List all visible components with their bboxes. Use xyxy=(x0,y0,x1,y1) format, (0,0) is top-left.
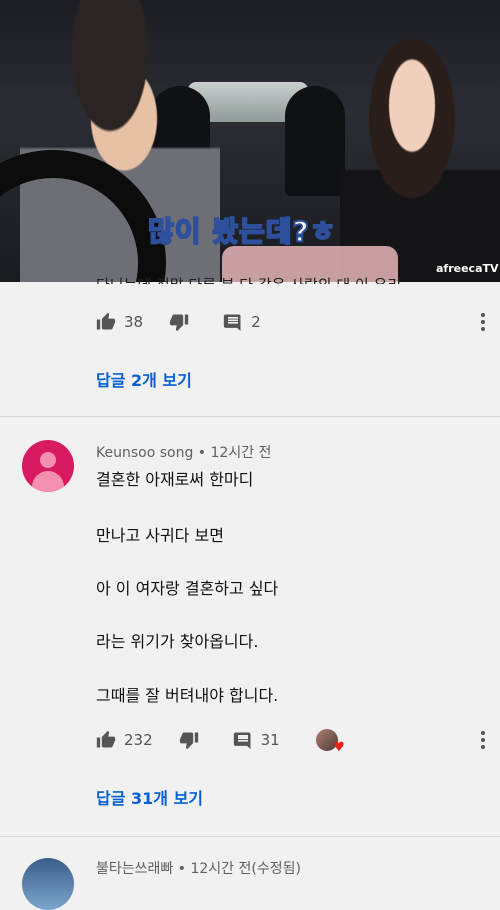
thumbs-down-icon xyxy=(179,732,198,750)
video-caption: 많이 봤는데?ㅎ xyxy=(147,214,337,249)
view-replies-link[interactable]: 답글 2개 보기 xyxy=(96,367,192,391)
thumbs-up-icon xyxy=(96,730,116,748)
comment-line: 아 이 여자랑 결혼하고 싶다 xyxy=(96,579,279,598)
comment-meta: 불타는쓰래빠 • 12시간 전(수정됨) xyxy=(96,858,301,878)
like-button[interactable]: 232 xyxy=(96,730,153,750)
thumbs-up-icon xyxy=(96,312,116,330)
comment-actions: 232 31 ♥ xyxy=(96,728,486,754)
like-count: 232 xyxy=(124,731,153,749)
comment-actions: 38 2 xyxy=(96,310,486,334)
reply-count: 2 xyxy=(251,313,261,331)
like-count: 38 xyxy=(124,313,144,331)
meta-separator: • xyxy=(197,445,211,461)
avatar-body xyxy=(32,471,64,492)
comment-author[interactable]: Keunsoo song xyxy=(96,445,193,461)
more-vert-icon xyxy=(481,313,485,331)
view-replies-link[interactable]: 답글 31개 보기 xyxy=(96,785,203,809)
like-button[interactable]: 38 xyxy=(96,312,143,332)
dislike-button[interactable] xyxy=(169,312,197,332)
comment-author[interactable]: 불타는쓰래빠 xyxy=(96,861,173,877)
comment-line: 그때를 잘 버텨내야 합니다. xyxy=(96,686,279,705)
comment-line: 만나고 사귀다 보면 xyxy=(96,526,224,545)
comment-icon xyxy=(233,732,251,750)
creator-heart-avatar: ♥ xyxy=(315,729,345,754)
avatar[interactable] xyxy=(22,440,74,492)
meta-separator: • xyxy=(177,861,191,877)
reply-button[interactable]: 2 xyxy=(223,312,261,332)
divider xyxy=(0,836,500,837)
more-vert-icon xyxy=(481,731,485,749)
car-seat xyxy=(285,86,345,196)
comment-meta: Keunsoo song • 12시간 전 xyxy=(96,442,271,462)
comment-time: 12시간 전(수정됨) xyxy=(190,861,301,877)
dislike-button[interactable] xyxy=(179,730,207,750)
comment-line: 결혼한 아재로써 한마디 xyxy=(96,470,254,489)
comment-text-partial: 다니는데 정말 다른 분 다 같은 사람의 대 이 우리 xyxy=(96,270,401,284)
avatar-head xyxy=(40,452,56,468)
divider xyxy=(0,416,500,417)
heart-icon: ♥ xyxy=(333,740,345,755)
broadcaster-watermark: afreecaTV xyxy=(436,262,499,275)
video-person-right xyxy=(340,30,500,282)
comment-line: 라는 위기가 찾아옵니다. xyxy=(96,632,259,651)
video-player[interactable]: 많이 봤는데?ㅎ afreecaTV xyxy=(0,0,500,282)
more-options-button[interactable] xyxy=(480,730,486,754)
reply-count: 31 xyxy=(260,731,280,749)
more-options-button[interactable] xyxy=(480,312,486,336)
reply-button[interactable]: 31 xyxy=(233,730,280,750)
thumbs-down-icon xyxy=(169,314,189,332)
comment-time: 12시간 전 xyxy=(210,445,272,461)
avatar[interactable] xyxy=(22,858,74,910)
comment-icon xyxy=(223,314,241,332)
